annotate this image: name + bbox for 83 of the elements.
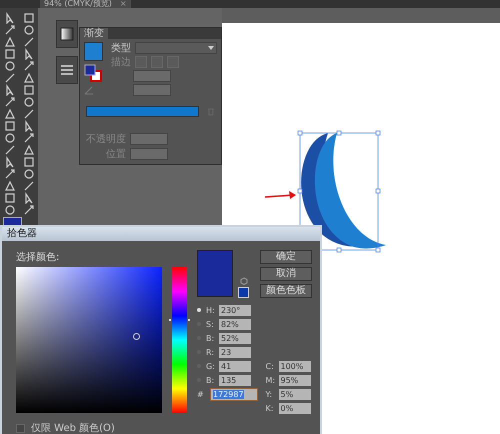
tool-icon[interactable] <box>4 24 16 36</box>
input-field[interactable]: 135 <box>219 374 251 386</box>
tool-icon[interactable] <box>22 48 34 60</box>
tool-icon[interactable] <box>22 132 34 144</box>
tool-icon[interactable] <box>4 36 16 48</box>
tool-icon[interactable] <box>4 60 16 72</box>
tool-icon[interactable] <box>22 36 34 48</box>
tool-icon[interactable] <box>22 60 34 72</box>
tool-icon[interactable] <box>22 156 34 168</box>
tool-icon[interactable] <box>4 96 16 108</box>
radio-button[interactable] <box>197 308 201 312</box>
tool-icon[interactable] <box>22 72 34 84</box>
tool-icon[interactable] <box>4 180 16 192</box>
input-field[interactable]: 5% <box>278 388 310 400</box>
tool-icon[interactable] <box>4 120 16 132</box>
input-field[interactable]: 95% <box>278 374 310 386</box>
field-label: R: <box>206 348 216 356</box>
input-field[interactable]: 0% <box>278 402 310 414</box>
panel-tab[interactable]: 渐变 <box>80 28 108 39</box>
input-field[interactable]: 100% <box>278 360 310 372</box>
tool-icon[interactable] <box>4 204 16 216</box>
tool-icon[interactable] <box>22 192 34 204</box>
hue-slider-thumb[interactable] <box>169 318 190 321</box>
tool-icon[interactable] <box>4 72 16 84</box>
field-label: B: <box>206 376 216 384</box>
field-label: Y: <box>266 390 274 398</box>
tool-icon[interactable] <box>4 84 16 96</box>
input-field[interactable]: 172987 <box>210 388 258 400</box>
gradient-panel-button[interactable] <box>56 20 78 48</box>
checkbox[interactable] <box>16 424 25 432</box>
menu-icon <box>60 64 74 76</box>
selected-text: 172987 <box>213 390 244 398</box>
gradient-swatch[interactable] <box>84 42 103 61</box>
color-preview <box>197 250 233 297</box>
color-cursor[interactable] <box>133 333 140 340</box>
tool-icon[interactable] <box>4 156 16 168</box>
tool-icon[interactable] <box>22 12 34 24</box>
input-field[interactable]: 52% <box>219 332 251 344</box>
tool-icon[interactable] <box>22 108 34 120</box>
dialog-title: 拾色器 <box>7 228 37 239</box>
field-label: S: <box>206 320 215 328</box>
field-label: G: <box>206 362 216 370</box>
web-only-label: 仅限 Web 颜色(O) <box>31 422 115 434</box>
type-label: 类型 <box>111 42 131 54</box>
tool-icon[interactable] <box>22 84 34 96</box>
tool-icon[interactable] <box>4 192 16 204</box>
prompt-label: 选择颜色: <box>16 250 60 264</box>
field-label: H: <box>206 306 216 314</box>
tool-icon[interactable] <box>22 204 34 216</box>
tool-icon[interactable] <box>4 132 16 144</box>
caret-icon <box>208 46 214 50</box>
input-field[interactable]: 23 <box>219 346 251 358</box>
cube-icon <box>240 277 248 285</box>
color-field[interactable] <box>16 267 162 413</box>
tool-icon[interactable] <box>4 12 16 24</box>
tool-icon[interactable] <box>4 168 16 180</box>
tool-icon[interactable] <box>4 144 16 156</box>
angle-icon <box>84 85 94 95</box>
tool-icon[interactable] <box>22 144 34 156</box>
field-label: C: <box>266 362 275 370</box>
dialog-button[interactable]: 确定 <box>260 250 312 264</box>
dialog-button[interactable]: 颜色色板 <box>260 284 312 298</box>
fill-stroke-icon[interactable] <box>84 64 102 82</box>
web-color-swatch[interactable] <box>238 287 249 298</box>
field-label: # <box>197 390 205 398</box>
input-field[interactable]: 41 <box>219 360 251 372</box>
input-field[interactable]: 82% <box>219 318 251 330</box>
tool-icon[interactable] <box>22 168 34 180</box>
tool-icon[interactable] <box>22 180 34 192</box>
close-button[interactable]: × <box>120 0 127 8</box>
menu-button[interactable] <box>56 56 78 84</box>
tool-icon[interactable] <box>22 96 34 108</box>
field-label: M: <box>266 376 276 384</box>
tool-icon[interactable] <box>4 48 16 60</box>
field-label: K: <box>266 404 274 412</box>
tool-icon[interactable] <box>4 108 16 120</box>
tool-icon[interactable] <box>22 120 34 132</box>
gradient-icon <box>60 27 74 41</box>
input-field[interactable]: 230° <box>219 304 251 316</box>
dialog-button[interactable]: 取消 <box>260 267 312 281</box>
field-label: B: <box>206 334 216 342</box>
arrow <box>264 191 296 199</box>
tool-icon[interactable] <box>22 24 34 36</box>
